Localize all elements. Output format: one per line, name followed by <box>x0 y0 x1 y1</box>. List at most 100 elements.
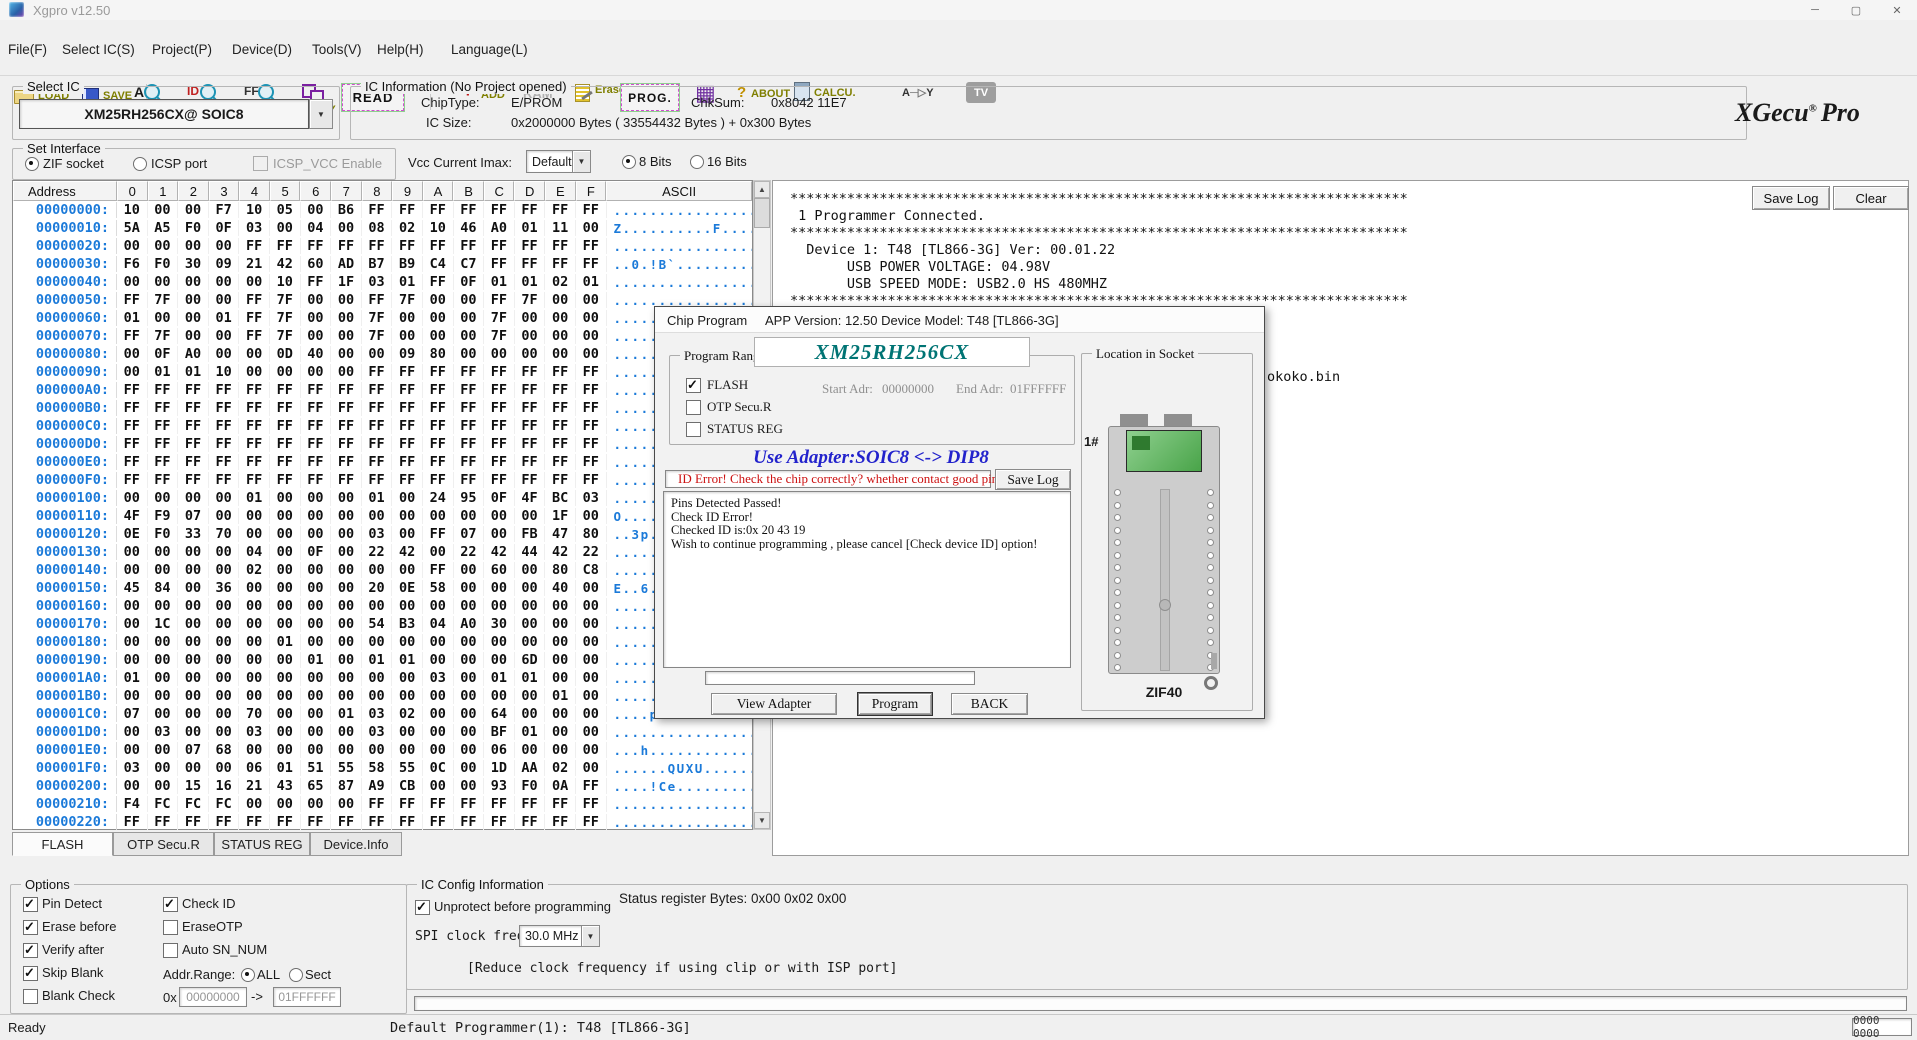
hex-byte-cell[interactable]: 00 <box>117 598 148 614</box>
hex-byte-cell[interactable]: B7 <box>362 256 393 272</box>
hex-byte-cell[interactable]: FF <box>239 472 270 488</box>
hex-byte-cell[interactable]: FF <box>209 472 240 488</box>
hex-byte-cell[interactable]: 10 <box>423 220 454 236</box>
skip-blank-checkbox[interactable] <box>23 966 38 981</box>
hex-byte-cell[interactable]: 84 <box>148 580 179 596</box>
hex-byte-cell[interactable]: FF <box>362 472 393 488</box>
hex-byte-cell[interactable]: 80 <box>576 526 607 542</box>
hex-byte-cell[interactable]: 00 <box>331 742 362 758</box>
hex-byte-cell[interactable]: 00 <box>148 634 179 650</box>
hex-byte-cell[interactable]: 21 <box>239 256 270 272</box>
hex-byte-cell[interactable]: FF <box>117 418 148 434</box>
hex-byte-cell[interactable]: 01 <box>545 688 576 704</box>
hex-byte-cell[interactable]: 1D <box>484 760 515 776</box>
hex-byte-cell[interactable]: 00 <box>362 688 393 704</box>
hex-byte-cell[interactable]: FF <box>545 814 576 830</box>
hex-byte-cell[interactable]: 04 <box>239 544 270 560</box>
hex-byte-cell[interactable]: 00 <box>148 706 179 722</box>
hex-byte-cell[interactable]: 1F <box>545 508 576 524</box>
hex-byte-cell[interactable]: 00 <box>209 562 240 578</box>
hex-byte-cell[interactable]: 00 <box>454 346 485 362</box>
hex-byte-cell[interactable]: 20 <box>362 580 393 596</box>
hex-byte-cell[interactable]: 00 <box>484 688 515 704</box>
hex-byte-cell[interactable]: FF <box>423 814 454 830</box>
tab-flash[interactable]: FLASH <box>12 832 113 856</box>
hex-byte-cell[interactable]: 07 <box>178 508 209 524</box>
hex-byte-cell[interactable]: 00 <box>545 724 576 740</box>
hex-byte-cell[interactable]: 00 <box>484 346 515 362</box>
hex-byte-cell[interactable]: 00 <box>117 346 148 362</box>
save-log-button[interactable]: Save Log <box>1752 186 1830 210</box>
scrollbar-thumb[interactable] <box>754 198 770 228</box>
zif-socket-radio[interactable] <box>25 157 39 171</box>
hex-byte-cell[interactable]: 01 <box>270 760 301 776</box>
hex-byte-cell[interactable]: 00 <box>148 562 179 578</box>
hex-byte-cell[interactable]: 01 <box>362 490 393 506</box>
hex-byte-cell[interactable]: 00 <box>454 310 485 326</box>
hex-byte-cell[interactable]: 00 <box>178 688 209 704</box>
hex-byte-cell[interactable]: 00 <box>301 724 332 740</box>
hex-byte-cell[interactable]: 00 <box>301 688 332 704</box>
hex-byte-cell[interactable]: 07 <box>454 526 485 542</box>
tab-status-reg[interactable]: STATUS REG <box>214 832 310 856</box>
hex-byte-cell[interactable]: 00 <box>454 760 485 776</box>
hex-byte-cell[interactable]: FF <box>454 238 485 254</box>
hex-byte-cell[interactable]: 00 <box>148 778 179 794</box>
maximize-button[interactable]: ▢ <box>1836 0 1876 20</box>
hex-byte-cell[interactable]: 5A <box>117 220 148 236</box>
hex-byte-cell[interactable]: 30 <box>484 616 515 632</box>
hex-byte-cell[interactable]: B6 <box>331 202 362 218</box>
hex-byte-cell[interactable]: 03 <box>362 706 393 722</box>
hex-byte-cell[interactable]: 00 <box>484 526 515 542</box>
hex-byte-cell[interactable]: FF <box>515 364 546 380</box>
hex-byte-cell[interactable]: 00 <box>239 796 270 812</box>
hex-byte-cell[interactable]: 00 <box>515 310 546 326</box>
hex-byte-cell[interactable]: FF <box>454 472 485 488</box>
hex-byte-cell[interactable]: FF <box>148 418 179 434</box>
hex-byte-cell[interactable]: FF <box>117 400 148 416</box>
hex-byte-cell[interactable]: 7F <box>362 328 393 344</box>
hex-byte-cell[interactable]: 01 <box>331 706 362 722</box>
hex-byte-cell[interactable]: 00 <box>209 670 240 686</box>
hex-byte-cell[interactable]: 00 <box>117 724 148 740</box>
hex-byte-cell[interactable]: 04 <box>423 616 454 632</box>
hex-byte-cell[interactable]: 08 <box>362 220 393 236</box>
flash-checkbox[interactable] <box>686 378 701 393</box>
pin-detect-checkbox[interactable] <box>23 897 38 912</box>
hex-byte-cell[interactable]: 00 <box>454 724 485 740</box>
hex-byte-cell[interactable]: FF <box>301 454 332 470</box>
hex-byte-cell[interactable]: FF <box>484 256 515 272</box>
hex-byte-cell[interactable]: FF <box>576 796 607 812</box>
hex-byte-cell[interactable]: 00 <box>148 490 179 506</box>
hex-byte-cell[interactable]: 42 <box>484 544 515 560</box>
tab-otp-secur[interactable]: OTP Secu.R <box>113 832 214 856</box>
spi-clock-select[interactable]: 30.0 MHz <box>519 925 588 947</box>
hex-byte-cell[interactable]: 00 <box>301 202 332 218</box>
hex-byte-cell[interactable]: 02 <box>239 562 270 578</box>
hex-byte-cell[interactable]: 00 <box>331 544 362 560</box>
hex-byte-cell[interactable]: FF <box>239 418 270 434</box>
hex-byte-cell[interactable]: 00 <box>239 616 270 632</box>
hex-byte-cell[interactable]: FC <box>178 796 209 812</box>
hex-byte-cell[interactable]: FF <box>209 436 240 452</box>
hex-byte-cell[interactable]: 00 <box>270 652 301 668</box>
hex-byte-cell[interactable]: 01 <box>484 274 515 290</box>
hex-byte-cell[interactable]: 00 <box>270 742 301 758</box>
hex-byte-cell[interactable]: 45 <box>117 580 148 596</box>
hex-byte-cell[interactable]: 03 <box>423 670 454 686</box>
hex-byte-cell[interactable]: 00 <box>178 616 209 632</box>
hex-byte-cell[interactable]: A0 <box>484 220 515 236</box>
hex-byte-cell[interactable]: 00 <box>148 202 179 218</box>
hex-byte-cell[interactable]: 00 <box>301 364 332 380</box>
hex-byte-cell[interactable]: 7F <box>515 292 546 308</box>
hex-byte-cell[interactable]: A5 <box>148 220 179 236</box>
hex-byte-cell[interactable]: 00 <box>576 346 607 362</box>
hex-byte-cell[interactable]: 00 <box>515 706 546 722</box>
hex-byte-cell[interactable]: FF <box>331 382 362 398</box>
hex-byte-cell[interactable]: FF <box>576 436 607 452</box>
hex-byte-cell[interactable]: 05 <box>270 202 301 218</box>
hex-header-cell[interactable]: 3 <box>209 181 240 201</box>
hex-byte-cell[interactable]: 00 <box>209 274 240 290</box>
hex-byte-cell[interactable]: 4F <box>515 490 546 506</box>
hex-byte-cell[interactable]: 00 <box>270 508 301 524</box>
